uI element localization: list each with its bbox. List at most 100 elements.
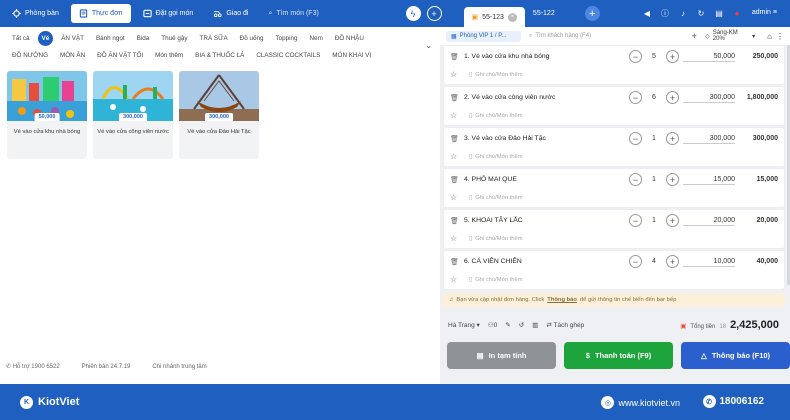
add-customer-icon[interactable]: + [692, 31, 702, 41]
line-qty[interactable]: 1 [647, 217, 661, 224]
support-info[interactable]: ✆ Hỗ trợ 1900 6522 [6, 363, 60, 370]
hotline[interactable]: ✆ 18006162 [702, 395, 764, 408]
line-unit-price[interactable]: 10,000 [683, 258, 735, 267]
category-item[interactable]: Bánh ngọt [92, 31, 129, 46]
order-line[interactable]: 🗑 5. KHOAI TÂY LẮC −1 +20,000 20,000 ☆ ▯ Ghi ch… [443, 209, 785, 249]
trash-icon[interactable]: 🗑 [450, 176, 459, 184]
star-icon[interactable]: ☆ [450, 152, 457, 161]
table-selector[interactable]: ▦ Phòng VIP 1 / P... [446, 30, 521, 42]
line-unit-price[interactable]: 50,000 [683, 53, 735, 62]
category-item[interactable]: Topping [271, 31, 301, 46]
increase-qty-button[interactable]: + [666, 91, 679, 104]
print-temp-button[interactable]: ▤ In tạm tính [447, 342, 556, 369]
line-unit-price[interactable]: 20,000 [683, 217, 735, 226]
order-line[interactable]: 🗑 3. Vé vào cửa Đảo Hải Tặc −1 +300,000 300,… [443, 127, 785, 167]
increase-qty-button[interactable]: + [666, 132, 679, 145]
line-note[interactable]: ▯ Ghi chú/Món thêm [469, 236, 523, 242]
volume-icon[interactable]: ◀ [642, 9, 652, 19]
refresh-icon[interactable]: ↻ [696, 9, 706, 19]
product-card[interactable]: 300,000 Vé vào cửa Đảo Hải Tặc [179, 71, 259, 159]
more-icon[interactable]: ⋮ [776, 32, 784, 41]
line-qty[interactable]: 4 [647, 258, 661, 265]
trash-icon[interactable]: 🗑 [450, 53, 459, 61]
category-item[interactable]: MÓN ĂN [56, 48, 89, 63]
product-card[interactable]: 300,000 Vé vào cửa công viên nước [93, 71, 173, 159]
category-item[interactable]: Thuê gậy [157, 31, 191, 46]
notify-button[interactable]: △ Thông báo (F10) [681, 342, 790, 369]
increase-qty-button[interactable]: + [666, 50, 679, 63]
line-unit-price[interactable]: 15,000 [683, 176, 735, 185]
line-unit-price[interactable]: 300,000 [683, 135, 735, 144]
star-icon[interactable]: ☆ [450, 193, 457, 202]
category-item[interactable]: ĂN VẶT [57, 31, 88, 46]
category-item[interactable]: BIA & THUỐC LÁ [191, 48, 248, 63]
add-order-button[interactable]: + [584, 6, 600, 21]
decrease-qty-button[interactable]: − [629, 214, 642, 227]
customer-search[interactable]: ⌕ Tìm khách hàng (F4) [525, 30, 688, 43]
decrease-qty-button[interactable]: − [629, 91, 642, 104]
edit-icon[interactable]: ✎ [505, 321, 510, 329]
line-qty[interactable]: 1 [647, 176, 661, 183]
order-line[interactable]: 🗑 6. CÁ VIÊN CHIÊN −4 +10,000 40,000 ☆ ▯ Ghi ch… [443, 250, 785, 290]
category-item[interactable]: MÓN KHAI VỊ [328, 48, 375, 63]
order-tab-55-123[interactable]: ▣ 55-123 × [463, 7, 525, 27]
category-item[interactable]: Vé [37, 31, 54, 46]
category-item[interactable]: Nem [306, 31, 327, 46]
chevron-down-icon[interactable]: ⌄ [425, 41, 432, 50]
trash-icon[interactable]: 🗑 [450, 258, 459, 266]
line-note[interactable]: ▯ Ghi chú/Món thêm [469, 113, 523, 119]
category-item[interactable]: ĐỒ ĂN VẶT TỐI [93, 48, 147, 63]
website-link[interactable]: ◎ www.kiotviet.vn [601, 396, 680, 409]
add-menu-button[interactable]: + [426, 6, 442, 21]
nav-giao-di[interactable]: Giao đi [205, 4, 256, 23]
menu-search[interactable]: ⌕ Tìm món (F3) [265, 5, 400, 22]
line-unit-price[interactable]: 300,000 [683, 94, 735, 103]
pay-button[interactable]: $ Thanh toán (F9) [564, 342, 673, 369]
history-icon[interactable]: ↺ [519, 321, 524, 329]
line-qty[interactable]: 1 [647, 135, 661, 142]
increase-qty-button[interactable]: + [666, 214, 679, 227]
staff-selector[interactable]: Hà Trang ▾ [448, 321, 480, 329]
guest-count[interactable]: ⚇0 [488, 321, 497, 329]
user-menu[interactable]: admin ≡ [752, 9, 777, 16]
category-item[interactable]: ĐỒ NHẬU [331, 31, 368, 46]
order-line[interactable]: 🗑 4. PHÔ MAI QUE −1 +15,000 15,000 ☆ ▯ Ghi chú/… [443, 168, 785, 208]
line-qty[interactable]: 5 [647, 53, 661, 60]
line-note[interactable]: ▯ Ghi chú/Món thêm [469, 277, 523, 283]
star-icon[interactable]: ☆ [450, 275, 457, 284]
line-qty[interactable]: 6 [647, 94, 661, 101]
close-icon[interactable]: × [507, 12, 517, 22]
nav-phong-ban[interactable]: Phòng bàn [4, 4, 67, 23]
price-list-selector[interactable]: ◇ Sáng-KM 20% ▾ [705, 30, 755, 42]
split-merge-button[interactable]: ⇄ Tách ghép [546, 321, 584, 329]
nav-dat-goi-mon[interactable]: Đặt gọi món [135, 4, 202, 23]
basket-icon[interactable]: ⌂ [767, 32, 772, 41]
increase-qty-button[interactable]: + [666, 173, 679, 186]
trash-icon[interactable]: 🗑 [450, 94, 459, 102]
category-item[interactable]: Món thêm [151, 48, 187, 63]
decrease-qty-button[interactable]: − [629, 132, 642, 145]
flag-icon[interactable]: ● [732, 9, 742, 19]
order-line[interactable]: 🗑 1. Vé vào cửa khu nhà bóng −5 +50,000 250,… [443, 45, 785, 85]
category-item[interactable]: TRÀ SỮA [196, 31, 232, 46]
star-icon[interactable]: ☆ [450, 70, 457, 79]
increase-qty-button[interactable]: + [666, 255, 679, 268]
star-icon[interactable]: ☆ [450, 234, 457, 243]
trash-icon[interactable]: 🗑 [450, 135, 459, 143]
calendar-icon[interactable]: ▥ [532, 321, 538, 329]
info-icon[interactable]: ⓘ [660, 9, 670, 19]
category-item[interactable]: Tất cả [8, 31, 34, 46]
line-note[interactable]: ▯ Ghi chú/Món thêm [469, 154, 523, 160]
notice-link[interactable]: Thông báo [547, 297, 577, 303]
decrease-qty-button[interactable]: − [629, 50, 642, 63]
category-item[interactable]: Bida [133, 31, 154, 46]
decrease-qty-button[interactable]: − [629, 173, 642, 186]
product-card[interactable]: 50,000 Vé vào cửa khu nhà bóng [7, 71, 87, 159]
bell-icon[interactable]: ♪ [678, 9, 688, 19]
line-note[interactable]: ▯ Ghi chú/Món thêm [469, 72, 523, 78]
flash-button[interactable]: ϟ [405, 6, 421, 21]
line-note[interactable]: ▯ Ghi chú/Món thêm [469, 195, 523, 201]
category-item[interactable]: Đồ uống [236, 31, 268, 46]
order-line[interactable]: 🗑 2. Vé vào cửa công viên nước −6 +300,000 1… [443, 86, 785, 126]
decrease-qty-button[interactable]: − [629, 255, 642, 268]
